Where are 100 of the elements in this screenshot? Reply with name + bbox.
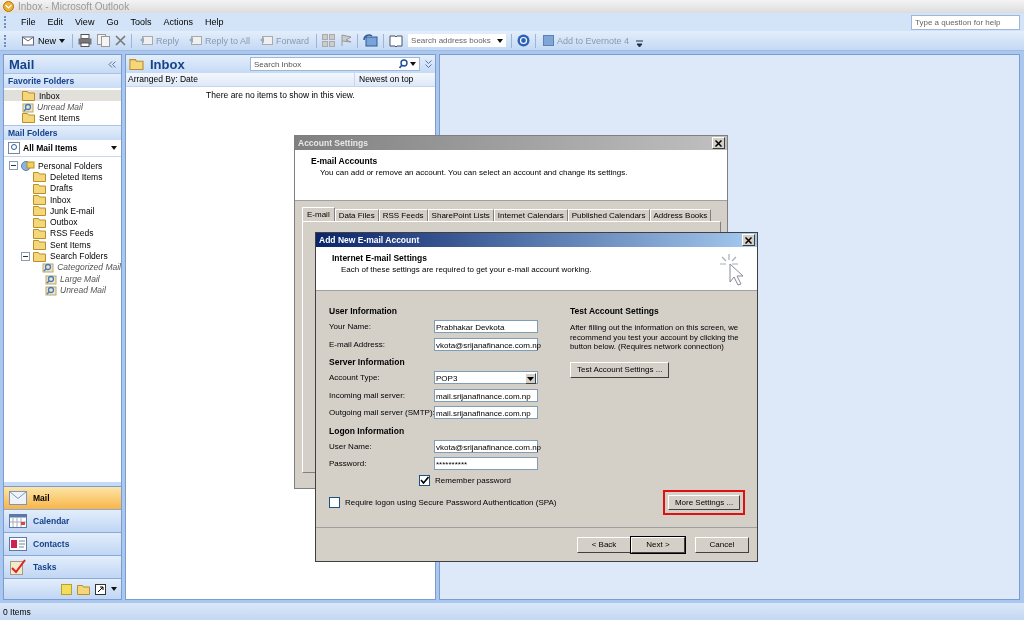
folder-icon bbox=[33, 194, 47, 206]
menu-item[interactable]: Help bbox=[198, 17, 230, 27]
expand-search-icon[interactable] bbox=[425, 60, 432, 68]
tasks-icon bbox=[9, 559, 27, 575]
folder-view-dropdown[interactable]: All Mail Items bbox=[4, 140, 121, 157]
favorite-folder-item[interactable]: Inbox bbox=[4, 90, 121, 101]
address-search-field[interactable]: Search address books bbox=[408, 34, 507, 47]
print-icon[interactable] bbox=[78, 34, 92, 47]
search-folder-icon bbox=[22, 100, 34, 113]
dialog-title: Account Settings bbox=[298, 138, 368, 148]
folder-item[interactable]: Drafts bbox=[50, 183, 73, 194]
address-book-icon[interactable] bbox=[389, 34, 404, 47]
menu-item[interactable]: File bbox=[15, 17, 42, 27]
caret-icon[interactable] bbox=[59, 38, 65, 43]
contacts-icon bbox=[9, 537, 27, 551]
section-header[interactable]: Mail Folders bbox=[4, 125, 121, 140]
folder-icon bbox=[129, 58, 145, 70]
square-icon bbox=[543, 35, 555, 46]
field-label: Account Type: bbox=[329, 373, 381, 383]
nav-button[interactable]: Calendar bbox=[4, 510, 121, 533]
menu-item[interactable]: Actions bbox=[157, 17, 199, 27]
section-header[interactable]: Favorite Folders bbox=[4, 73, 121, 88]
collapse-pane-icon[interactable] bbox=[108, 60, 116, 68]
folder-icon bbox=[33, 182, 47, 194]
sort-order-header[interactable]: Newest on top bbox=[354, 73, 435, 86]
folder-item[interactable]: Sent Items bbox=[50, 239, 91, 250]
menu-item[interactable]: Tools bbox=[124, 17, 158, 27]
account-type-dropdown[interactable]: POP3 bbox=[434, 371, 538, 385]
nav-button[interactable]: Contacts bbox=[4, 533, 121, 556]
help-search-field[interactable]: Type a question for help bbox=[911, 14, 1020, 30]
more-settings-button[interactable]: More Settings ... bbox=[668, 494, 740, 510]
help-icon[interactable] bbox=[517, 34, 531, 47]
folder-icon bbox=[33, 227, 47, 239]
envelope-icon bbox=[22, 35, 35, 46]
checkbox[interactable] bbox=[329, 496, 340, 508]
folder-item[interactable]: Personal Folders bbox=[38, 160, 103, 171]
folder-item[interactable]: Unread Mail bbox=[60, 284, 106, 295]
caret-icon[interactable] bbox=[497, 38, 504, 43]
configure-buttons-icon[interactable] bbox=[111, 587, 117, 591]
new-button[interactable]: New bbox=[20, 35, 67, 46]
collapse-icon[interactable] bbox=[9, 161, 18, 171]
folder-item[interactable]: Junk E-mail bbox=[50, 205, 95, 216]
tab[interactable]: Address Books bbox=[649, 209, 712, 221]
checkbox-label: Require logon using Secure Password Authentication (SPA) bbox=[345, 497, 557, 507]
shortcuts-icon[interactable] bbox=[95, 583, 106, 595]
move-icon[interactable] bbox=[97, 34, 110, 47]
nav-button[interactable]: Mail bbox=[4, 487, 121, 510]
favorite-folder-item[interactable]: Unread Mail bbox=[4, 101, 121, 112]
nav-button[interactable]: Tasks bbox=[4, 556, 121, 579]
dialog-heading: Internet E-mail Settings bbox=[332, 253, 428, 263]
status-text: 0 Items bbox=[3, 606, 31, 617]
caret-icon[interactable] bbox=[410, 62, 416, 66]
send-receive-icon[interactable] bbox=[363, 34, 379, 47]
input-field[interactable]: Prabhakar Devkota bbox=[434, 320, 538, 334]
checkbox[interactable] bbox=[419, 475, 430, 486]
folder-item[interactable]: Large Mail bbox=[60, 273, 100, 284]
menu-item[interactable]: Edit bbox=[41, 17, 70, 27]
field-label: Outgoing mail server (SMTP): bbox=[329, 408, 434, 418]
folder-item[interactable]: Search Folders bbox=[50, 251, 108, 261]
calendar-icon bbox=[9, 514, 27, 528]
pane-title: Mail bbox=[9, 56, 35, 72]
search-field[interactable]: Search Inbox bbox=[250, 57, 420, 71]
tab[interactable]: E-mail bbox=[302, 207, 335, 221]
folders-icon bbox=[21, 159, 35, 172]
menu-item[interactable]: Go bbox=[100, 17, 125, 27]
tab[interactable]: Internet Calendars bbox=[493, 209, 568, 221]
app-logo-icon bbox=[3, 1, 14, 12]
folder-icon bbox=[33, 239, 47, 251]
search-folder-icon bbox=[45, 272, 57, 285]
test-account-button[interactable]: Test Account Settings ... bbox=[570, 361, 670, 378]
window-title: Inbox - Microsoft Outlook bbox=[18, 1, 130, 12]
input-field[interactable]: mail.srijanafinance.com.np bbox=[434, 388, 538, 402]
dialog-description: You can add or remove an account. You can select an account and change its settings. bbox=[319, 168, 629, 177]
folder-icon bbox=[22, 112, 36, 123]
arrange-by-header[interactable]: Arranged By: Date bbox=[126, 73, 354, 86]
folder-item[interactable]: Outbox bbox=[50, 217, 78, 228]
section-heading: Logon Information bbox=[329, 424, 406, 438]
tab[interactable]: Published Calendars bbox=[567, 209, 650, 221]
menu-item[interactable]: View bbox=[69, 17, 101, 27]
field-label: Incoming mail server: bbox=[329, 390, 407, 400]
folder-icon bbox=[22, 90, 36, 101]
caret-icon[interactable] bbox=[111, 146, 117, 150]
delete-icon[interactable] bbox=[115, 35, 126, 46]
folder-item[interactable]: Categorized Mail bbox=[57, 262, 121, 273]
folder-item[interactable]: Inbox bbox=[50, 194, 71, 205]
tab[interactable]: Data Files bbox=[334, 209, 379, 221]
dialog-title: Add New E-mail Account bbox=[319, 235, 420, 245]
close-button[interactable] bbox=[742, 234, 755, 246]
search-folder-icon bbox=[45, 283, 57, 296]
favorite-folder-item[interactable]: Sent Items bbox=[4, 112, 121, 123]
input-field[interactable]: ********** bbox=[434, 457, 538, 471]
folder-item[interactable]: Deleted Items bbox=[50, 171, 103, 182]
dialog-button[interactable]: Cancel bbox=[695, 536, 749, 553]
dialog-button[interactable]: Next > bbox=[631, 536, 685, 553]
folder-item[interactable]: RSS Feeds bbox=[50, 228, 94, 239]
input-field[interactable]: mail.srijanafinance.com.np bbox=[434, 406, 538, 420]
tab[interactable]: SharePoint Lists bbox=[427, 209, 494, 221]
tab[interactable]: RSS Feeds bbox=[378, 209, 428, 221]
dialog-button[interactable]: < Back bbox=[577, 536, 631, 553]
collapse-icon[interactable] bbox=[21, 251, 30, 261]
